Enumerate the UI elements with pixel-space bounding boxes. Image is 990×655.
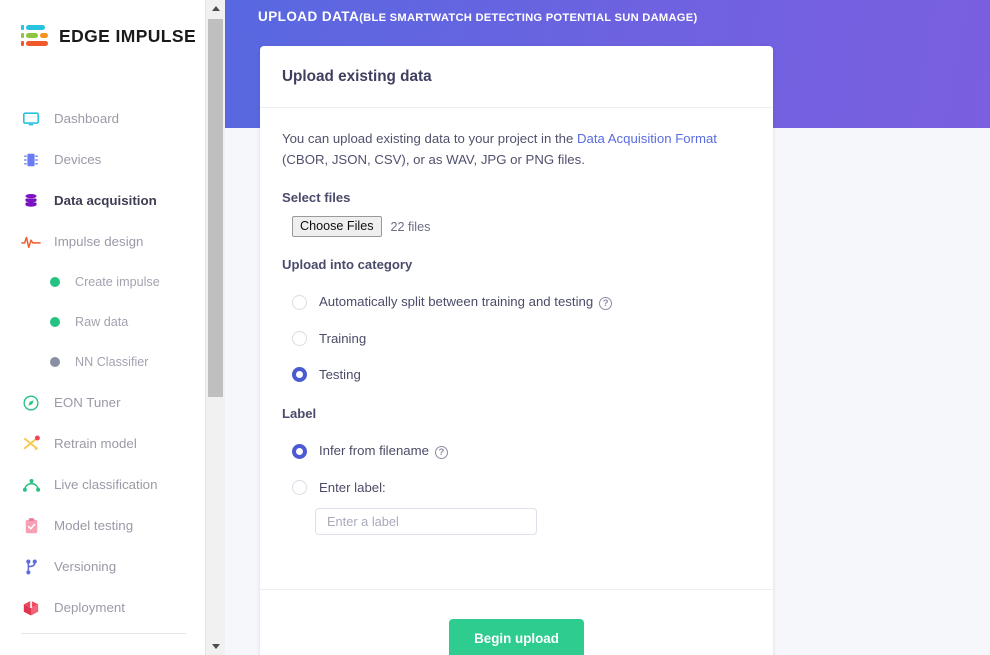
shuffle-icon	[21, 434, 41, 454]
scroll-down-icon[interactable]	[206, 638, 225, 655]
radio-button[interactable]	[292, 331, 307, 346]
radio-button[interactable]	[292, 295, 307, 310]
radio-label-text: Automatically split between training and…	[319, 294, 593, 309]
sidebar-item-label: EON Tuner	[54, 395, 121, 410]
cube-icon	[21, 598, 41, 618]
sidebar-item-dashboard[interactable]: Dashboard	[0, 98, 205, 139]
file-input-row[interactable]: Choose Files 22 files	[282, 216, 751, 237]
label-section-label: Label	[282, 406, 751, 421]
database-icon	[21, 191, 41, 211]
select-files-label: Select files	[282, 190, 751, 205]
sidebar-item-label: Data acquisition	[54, 193, 157, 208]
page-title: UPLOAD DATA(BLE SMARTWATCH DETECTING POT…	[258, 8, 697, 26]
status-dot-icon	[49, 352, 61, 372]
sidebar: EDGE IMPULSE Dashboard	[0, 0, 205, 655]
pulse-icon	[21, 232, 41, 252]
radio-label-text: Training	[319, 331, 366, 346]
radio-auto-split[interactable]: Automatically split between training and…	[282, 284, 751, 320]
sidebar-item-retrain-model[interactable]: Retrain model	[0, 423, 205, 464]
branch-icon	[21, 557, 41, 577]
radio-button[interactable]	[292, 444, 307, 459]
choose-files-button[interactable]: Choose Files	[292, 216, 382, 237]
sidebar-item-label: Model testing	[54, 518, 133, 533]
sidebar-nav: Dashboard Devices	[0, 98, 205, 628]
selected-file-count: 22 files	[391, 220, 431, 234]
sidebar-item-label: Dashboard	[54, 111, 119, 126]
page-title-text: UPLOAD DATA	[258, 9, 359, 24]
status-dot-icon	[49, 272, 61, 292]
help-icon[interactable]: ?	[435, 446, 448, 459]
sidebar-item-nn-classifier[interactable]: NN Classifier	[0, 342, 205, 382]
card-header: Upload existing data	[260, 46, 773, 108]
page-scrollbar[interactable]	[205, 0, 225, 655]
sidebar-item-label: Live classification	[54, 477, 157, 492]
begin-upload-button[interactable]: Begin upload	[449, 619, 584, 655]
sidebar-item-impulse-design[interactable]: Impulse design	[0, 221, 205, 262]
sidebar-item-devices[interactable]: Devices	[0, 139, 205, 180]
label-text-input[interactable]	[315, 508, 537, 535]
sidebar-item-label: Create impulse	[75, 275, 160, 289]
sidebar-item-data-acquisition[interactable]: Data acquisition	[0, 180, 205, 221]
sidebar-item-versioning[interactable]: Versioning	[0, 546, 205, 587]
sidebar-item-label: Retrain model	[54, 436, 137, 451]
radio-label-text: Testing	[319, 367, 361, 382]
radio-enter-label[interactable]: Enter label:	[282, 469, 751, 505]
radio-testing[interactable]: Testing	[282, 356, 751, 392]
sidebar-item-model-testing[interactable]: Model testing	[0, 505, 205, 546]
radio-label-text: Infer from filename	[319, 443, 429, 458]
sidebar-item-create-impulse[interactable]: Create impulse	[0, 262, 205, 302]
compass-icon	[21, 393, 41, 413]
clipboard-icon	[21, 516, 41, 536]
intro-text: You can upload existing data to your pro…	[282, 128, 737, 170]
sidebar-item-label: NN Classifier	[75, 355, 148, 369]
card-title: Upload existing data	[282, 68, 432, 86]
scrollbar-thumb[interactable]	[208, 19, 223, 397]
data-acquisition-format-link[interactable]: Data Acquisition Format	[577, 131, 717, 146]
sidebar-item-label: Impulse design	[54, 234, 143, 249]
app-root: EDGE IMPULSE Dashboard	[0, 0, 990, 655]
edge-impulse-logo-icon	[20, 22, 50, 50]
sidebar-item-raw-data[interactable]: Raw data	[0, 302, 205, 342]
radio-button[interactable]	[292, 367, 307, 382]
scroll-up-icon[interactable]	[206, 0, 225, 17]
main-content: UPLOAD DATA(BLE SMARTWATCH DETECTING POT…	[225, 0, 990, 655]
sidebar-item-live-classification[interactable]: Live classification	[0, 464, 205, 505]
sidebar-item-eon-tuner[interactable]: EON Tuner	[0, 382, 205, 423]
intro-part1: You can upload existing data to your pro…	[282, 131, 577, 146]
brand-name: EDGE IMPULSE	[59, 26, 196, 47]
monitor-icon	[21, 109, 41, 129]
sidebar-item-label: Deployment	[54, 600, 125, 615]
intro-part2: (CBOR, JSON, CSV), or as WAV, JPG or PNG…	[282, 152, 585, 167]
sidebar-item-label: Devices	[54, 152, 101, 167]
help-icon[interactable]: ?	[599, 297, 612, 310]
page-title-project: (BLE SMARTWATCH DETECTING POTENTIAL SUN …	[359, 12, 697, 24]
chip-icon	[21, 150, 41, 170]
radio-training[interactable]: Training	[282, 320, 751, 356]
sidebar-divider	[21, 633, 186, 634]
brand-logo[interactable]: EDGE IMPULSE	[20, 22, 196, 50]
sidebar-item-label: Raw data	[75, 315, 128, 329]
status-dot-icon	[49, 312, 61, 332]
sidebar-item-label: Versioning	[54, 559, 116, 574]
card-body: You can upload existing data to your pro…	[260, 108, 773, 535]
card-footer: Begin upload	[260, 589, 773, 655]
radio-button[interactable]	[292, 480, 307, 495]
radio-label-text: Enter label:	[319, 480, 386, 495]
arc-icon	[21, 475, 41, 495]
sidebar-item-deployment[interactable]: Deployment	[0, 587, 205, 628]
upload-category-label: Upload into category	[282, 257, 751, 272]
upload-card: Upload existing data You can upload exis…	[260, 46, 773, 655]
radio-infer-from-filename[interactable]: Infer from filename?	[282, 433, 751, 469]
